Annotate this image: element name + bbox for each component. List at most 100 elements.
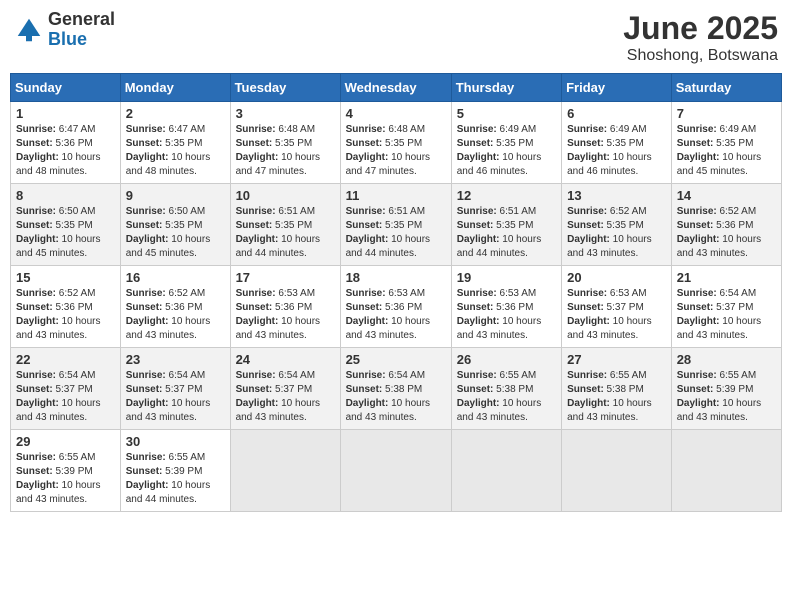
- day-info: Sunrise: 6:54 AMSunset: 5:37 PMDaylight:…: [677, 287, 776, 343]
- day-number: 6: [567, 106, 666, 121]
- calendar-week-row: 8Sunrise: 6:50 AMSunset: 5:35 PMDaylight…: [11, 184, 782, 266]
- weekday-header-row: Sunday Monday Tuesday Wednesday Thursday…: [11, 74, 782, 102]
- table-row: 29Sunrise: 6:55 AMSunset: 5:39 PMDayligh…: [11, 430, 121, 512]
- calendar-week-row: 22Sunrise: 6:54 AMSunset: 5:37 PMDayligh…: [11, 348, 782, 430]
- day-info: Sunrise: 6:55 AMSunset: 5:39 PMDaylight:…: [677, 369, 776, 425]
- daylight-label: Daylight: 10 hours and 43 minutes.: [346, 398, 430, 423]
- table-row: 14Sunrise: 6:52 AMSunset: 5:36 PMDayligh…: [671, 184, 781, 266]
- daylight-label: Daylight: 10 hours and 43 minutes.: [457, 316, 541, 341]
- day-number: 16: [126, 270, 225, 285]
- sunset-label: Sunset: 5:37 PM: [567, 302, 644, 313]
- day-info: Sunrise: 6:55 AMSunset: 5:39 PMDaylight:…: [16, 451, 115, 507]
- table-row: 19Sunrise: 6:53 AMSunset: 5:36 PMDayligh…: [451, 266, 561, 348]
- daylight-label: Daylight: 10 hours and 44 minutes.: [236, 234, 320, 259]
- day-number: 10: [236, 188, 335, 203]
- day-number: 7: [677, 106, 776, 121]
- day-number: 24: [236, 352, 335, 367]
- sunset-label: Sunset: 5:39 PM: [677, 384, 754, 395]
- sunset-label: Sunset: 5:37 PM: [126, 384, 203, 395]
- day-info: Sunrise: 6:52 AMSunset: 5:36 PMDaylight:…: [126, 287, 225, 343]
- sunrise-label: Sunrise: 6:48 AM: [346, 124, 425, 135]
- daylight-label: Daylight: 10 hours and 44 minutes.: [346, 234, 430, 259]
- day-number: 23: [126, 352, 225, 367]
- table-row: 24Sunrise: 6:54 AMSunset: 5:37 PMDayligh…: [230, 348, 340, 430]
- sunrise-label: Sunrise: 6:47 AM: [16, 124, 95, 135]
- sunrise-label: Sunrise: 6:49 AM: [677, 124, 756, 135]
- daylight-label: Daylight: 10 hours and 43 minutes.: [16, 480, 100, 505]
- sunrise-label: Sunrise: 6:54 AM: [16, 370, 95, 381]
- sunrise-label: Sunrise: 6:54 AM: [126, 370, 205, 381]
- daylight-label: Daylight: 10 hours and 43 minutes.: [567, 398, 651, 423]
- sunrise-label: Sunrise: 6:49 AM: [567, 124, 646, 135]
- day-number: 17: [236, 270, 335, 285]
- calendar-week-row: 15Sunrise: 6:52 AMSunset: 5:36 PMDayligh…: [11, 266, 782, 348]
- day-info: Sunrise: 6:53 AMSunset: 5:36 PMDaylight:…: [457, 287, 556, 343]
- sunrise-label: Sunrise: 6:53 AM: [346, 288, 425, 299]
- day-number: 25: [346, 352, 446, 367]
- sunrise-label: Sunrise: 6:51 AM: [236, 206, 315, 217]
- day-info: Sunrise: 6:52 AMSunset: 5:36 PMDaylight:…: [677, 205, 776, 261]
- table-row: [451, 430, 561, 512]
- table-row: 10Sunrise: 6:51 AMSunset: 5:35 PMDayligh…: [230, 184, 340, 266]
- location: Shoshong, Botswana: [623, 47, 778, 65]
- day-info: Sunrise: 6:52 AMSunset: 5:36 PMDaylight:…: [16, 287, 115, 343]
- sunrise-label: Sunrise: 6:54 AM: [346, 370, 425, 381]
- day-number: 11: [346, 188, 446, 203]
- daylight-label: Daylight: 10 hours and 43 minutes.: [126, 316, 210, 341]
- daylight-label: Daylight: 10 hours and 45 minutes.: [677, 152, 761, 177]
- day-number: 12: [457, 188, 556, 203]
- sunrise-label: Sunrise: 6:52 AM: [16, 288, 95, 299]
- sunset-label: Sunset: 5:35 PM: [457, 220, 534, 231]
- table-row: [562, 430, 672, 512]
- sunrise-label: Sunrise: 6:51 AM: [346, 206, 425, 217]
- sunset-label: Sunset: 5:35 PM: [677, 138, 754, 149]
- sunrise-label: Sunrise: 6:54 AM: [677, 288, 756, 299]
- table-row: 6Sunrise: 6:49 AMSunset: 5:35 PMDaylight…: [562, 102, 672, 184]
- day-info: Sunrise: 6:54 AMSunset: 5:38 PMDaylight:…: [346, 369, 446, 425]
- day-info: Sunrise: 6:55 AMSunset: 5:38 PMDaylight:…: [457, 369, 556, 425]
- logo-text: General Blue: [48, 10, 115, 50]
- daylight-label: Daylight: 10 hours and 43 minutes.: [236, 398, 320, 423]
- calendar-week-row: 1 Sunrise: 6:47 AM Sunset: 5:36 PM Daylight…: [11, 102, 782, 184]
- daylight-label: Daylight: 10 hours and 43 minutes.: [567, 316, 651, 341]
- day-number: 13: [567, 188, 666, 203]
- table-row: 9Sunrise: 6:50 AMSunset: 5:35 PMDaylight…: [120, 184, 230, 266]
- daylight-label: Daylight: 10 hours and 44 minutes.: [457, 234, 541, 259]
- sunset-label: Sunset: 5:35 PM: [126, 220, 203, 231]
- sunrise-label: Sunrise: 6:55 AM: [126, 452, 205, 463]
- day-info: Sunrise: 6:54 AMSunset: 5:37 PMDaylight:…: [126, 369, 225, 425]
- sunset-label: Sunset: 5:36 PM: [346, 302, 423, 313]
- sunset-label: Sunset: 5:37 PM: [16, 384, 93, 395]
- day-number: 21: [677, 270, 776, 285]
- day-info: Sunrise: 6:48 AMSunset: 5:35 PMDaylight:…: [346, 123, 446, 179]
- day-info: Sunrise: 6:51 AMSunset: 5:35 PMDaylight:…: [346, 205, 446, 261]
- sunset-label: Sunset: 5:36 PM: [16, 138, 93, 149]
- table-row: [230, 430, 340, 512]
- daylight-label: Daylight: 10 hours and 43 minutes.: [677, 398, 761, 423]
- daylight-label: Daylight: 10 hours and 47 minutes.: [346, 152, 430, 177]
- sunset-label: Sunset: 5:37 PM: [236, 384, 313, 395]
- header-sunday: Sunday: [11, 74, 121, 102]
- sunrise-label: Sunrise: 6:53 AM: [567, 288, 646, 299]
- day-number: 20: [567, 270, 666, 285]
- header-wednesday: Wednesday: [340, 74, 451, 102]
- table-row: 22Sunrise: 6:54 AMSunset: 5:37 PMDayligh…: [11, 348, 121, 430]
- calendar: Sunday Monday Tuesday Wednesday Thursday…: [10, 73, 782, 512]
- day-info: Sunrise: 6:55 AMSunset: 5:38 PMDaylight:…: [567, 369, 666, 425]
- day-info: Sunrise: 6:51 AMSunset: 5:35 PMDaylight:…: [457, 205, 556, 261]
- sunrise-label: Sunrise: 6:55 AM: [16, 452, 95, 463]
- header-monday: Monday: [120, 74, 230, 102]
- sunrise-label: Sunrise: 6:49 AM: [457, 124, 536, 135]
- table-row: 17Sunrise: 6:53 AMSunset: 5:36 PMDayligh…: [230, 266, 340, 348]
- day-number: 1: [16, 106, 115, 121]
- daylight-label: Daylight: 10 hours and 45 minutes.: [16, 234, 100, 259]
- daylight-label: Daylight: 10 hours and 47 minutes.: [236, 152, 320, 177]
- logo-general: General: [48, 9, 115, 29]
- table-row: 5Sunrise: 6:49 AMSunset: 5:35 PMDaylight…: [451, 102, 561, 184]
- daylight-label: Daylight: 10 hours and 43 minutes.: [236, 316, 320, 341]
- table-row: 28Sunrise: 6:55 AMSunset: 5:39 PMDayligh…: [671, 348, 781, 430]
- day-info: Sunrise: 6:47 AMSunset: 5:35 PMDaylight:…: [126, 123, 225, 179]
- sunset-label: Sunset: 5:36 PM: [457, 302, 534, 313]
- daylight-label: Daylight: 10 hours and 46 minutes.: [457, 152, 541, 177]
- day-number: 8: [16, 188, 115, 203]
